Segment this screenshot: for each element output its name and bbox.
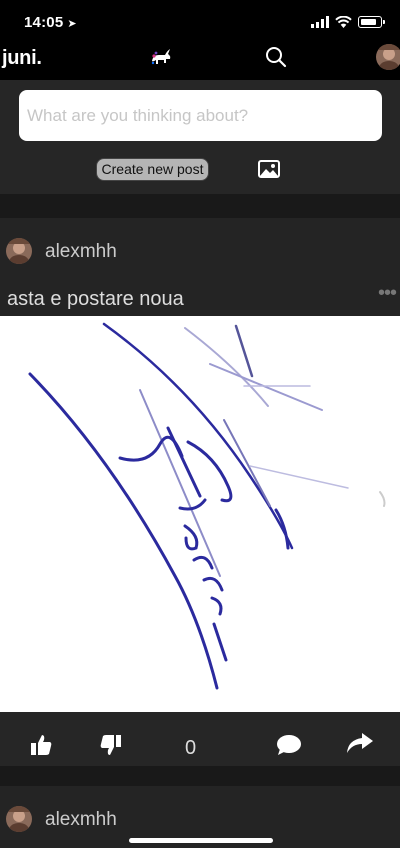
post-image[interactable] [0, 316, 400, 712]
app-header: juni. [0, 44, 400, 80]
post-author[interactable]: alexmhh [45, 809, 117, 831]
image-icon[interactable] [258, 160, 280, 178]
thumbs-down-icon[interactable] [100, 734, 122, 756]
search-icon[interactable] [265, 46, 287, 68]
like-count: 0 [185, 737, 197, 759]
avatar-photo [6, 806, 32, 832]
wifi-icon [335, 16, 352, 28]
more-options-icon[interactable]: ••• [378, 282, 397, 305]
avatar-photo [376, 44, 400, 70]
handwriting-sketch [28, 322, 386, 690]
post-input[interactable] [19, 90, 382, 141]
unicorn-icon[interactable] [148, 47, 174, 69]
create-post-button[interactable]: Create new post [96, 158, 209, 181]
clock-label: 14:05 [24, 14, 64, 31]
author-avatar[interactable] [6, 806, 32, 832]
profile-avatar[interactable] [376, 44, 400, 70]
home-indicator[interactable] [129, 838, 273, 843]
status-bar: 14:05 ➤ [0, 0, 400, 44]
divider [0, 766, 400, 786]
brand-title[interactable]: juni. [2, 47, 42, 70]
status-indicators [311, 16, 385, 28]
post-text: asta e postare noua [7, 288, 184, 310]
post-author[interactable]: alexmhh [45, 241, 117, 263]
divider [0, 194, 400, 218]
thumbs-up-icon[interactable] [30, 734, 52, 756]
post-actions: 0 [0, 712, 400, 766]
signal-icon [311, 16, 329, 28]
share-icon[interactable] [346, 732, 374, 754]
comment-icon[interactable] [276, 734, 302, 756]
post-composer: Create new post [0, 80, 400, 194]
avatar-photo [6, 238, 32, 264]
location-arrow-icon: ➤ [67, 18, 77, 30]
battery-icon [358, 16, 385, 28]
status-time: 14:05 ➤ [24, 14, 77, 31]
author-avatar[interactable] [6, 238, 32, 264]
